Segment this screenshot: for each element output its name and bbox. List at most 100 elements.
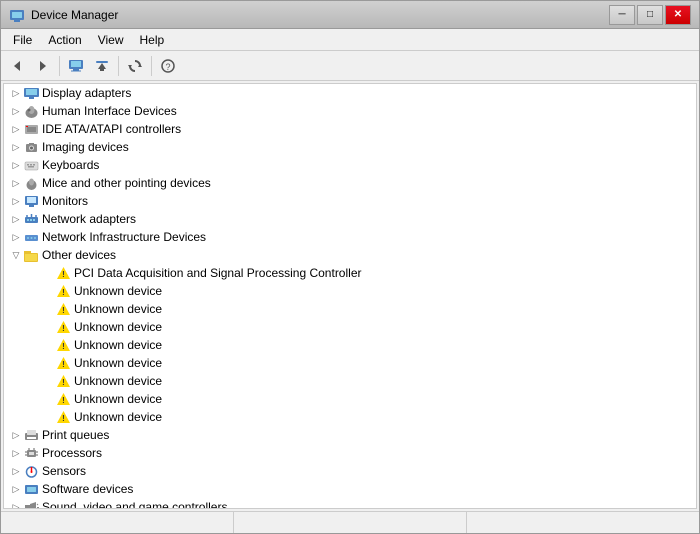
tree-item-unknown4[interactable]: ▷ ! Unknown device [4,336,696,354]
tree-item-keyboards[interactable]: ▷ Keyboards [4,156,696,174]
expander-print-queues[interactable]: ▷ [8,427,24,443]
label-imaging: Imaging devices [42,140,129,154]
label-print-queues: Print queues [42,428,109,442]
expander-sound[interactable]: ▷ [8,499,24,509]
tree-item-unknown8[interactable]: ▷ ! Unknown device [4,408,696,426]
menu-help[interactable]: Help [132,31,173,49]
status-section-2 [234,512,467,533]
icon-unknown6: ! [56,374,71,389]
label-unknown1: Unknown device [74,284,162,298]
label-network-infra: Network Infrastructure Devices [42,230,206,244]
icon-imaging [24,140,39,155]
label-keyboards: Keyboards [42,158,99,172]
tree-item-monitors[interactable]: ▷ Monitors [4,192,696,210]
expander-sensors[interactable]: ▷ [8,463,24,479]
label-other-devices: Other devices [42,248,116,262]
label-unknown5: Unknown device [74,356,162,370]
label-network-adapters: Network adapters [42,212,136,226]
tree-item-display-adapters[interactable]: ▷ Display adapters [4,84,696,102]
separator-1 [59,56,60,76]
expander-hid[interactable]: ▷ [8,103,24,119]
tree-item-hid[interactable]: ▷ Human Interface Devices [4,102,696,120]
device-manager-window: Device Manager ─ □ ✕ File Action View He… [0,0,700,534]
help-button[interactable]: ? [156,54,180,78]
svg-text:!: ! [62,288,65,297]
status-bar [1,511,699,533]
expander-software-devices[interactable]: ▷ [8,481,24,497]
svg-text:!: ! [62,306,65,315]
expander-monitors[interactable]: ▷ [8,193,24,209]
tree-item-ide[interactable]: ▷ IDE ATA/ATAPI controllers [4,120,696,138]
icon-sensors [24,464,39,479]
label-processors: Processors [42,446,102,460]
icon-network-adapters [24,212,39,227]
back-button[interactable] [5,54,29,78]
tree-item-unknown1[interactable]: ▷ ! Unknown device [4,282,696,300]
label-ide: IDE ATA/ATAPI controllers [42,122,181,136]
refresh-button[interactable] [123,54,147,78]
up-button[interactable] [90,54,114,78]
tree-item-software-devices[interactable]: ▷ Software devices [4,480,696,498]
tree-item-unknown6[interactable]: ▷ ! Unknown device [4,372,696,390]
separator-3 [151,56,152,76]
tree-item-network-infra[interactable]: ▷ Network Infrastructure Devices [4,228,696,246]
icon-network-infra [24,230,39,245]
tree-item-unknown3[interactable]: ▷ ! Unknown device [4,318,696,336]
tree-item-pci[interactable]: ▷ ! PCI Data Acquisition and Signal Proc… [4,264,696,282]
menu-action[interactable]: Action [40,31,89,49]
computer-button[interactable] [64,54,88,78]
icon-mice [24,176,39,191]
icon-unknown2: ! [56,302,71,317]
icon-display-adapters [24,86,39,101]
forward-button[interactable] [31,54,55,78]
expander-other-devices[interactable]: ▽ [8,247,24,263]
expander-processors[interactable]: ▷ [8,445,24,461]
icon-keyboards [24,158,39,173]
label-software-devices: Software devices [42,482,133,496]
tree-item-mice[interactable]: ▷ Mice and other pointing devices [4,174,696,192]
icon-monitors [24,194,39,209]
expander-network-infra[interactable]: ▷ [8,229,24,245]
tree-item-unknown7[interactable]: ▷ ! Unknown device [4,390,696,408]
expander-display-adapters[interactable]: ▷ [8,85,24,101]
label-display-adapters: Display adapters [42,86,131,100]
close-button[interactable]: ✕ [665,5,691,25]
expander-ide[interactable]: ▷ [8,121,24,137]
tree-item-print-queues[interactable]: ▷ Print queues [4,426,696,444]
device-tree[interactable]: ▷ Display adapters ▷ Human Interface Dev… [3,83,697,509]
label-unknown2: Unknown device [74,302,162,316]
toolbar: ? [1,51,699,81]
status-section-3 [467,512,699,533]
window-icon [9,7,25,23]
svg-text:!: ! [62,342,65,351]
separator-2 [118,56,119,76]
tree-item-processors[interactable]: ▷ Processors [4,444,696,462]
tree-item-unknown2[interactable]: ▷ ! Unknown device [4,300,696,318]
tree-item-unknown5[interactable]: ▷ ! Unknown device [4,354,696,372]
title-bar: Device Manager ─ □ ✕ [1,1,699,29]
svg-text:!: ! [62,270,65,279]
icon-unknown8: ! [56,410,71,425]
label-unknown6: Unknown device [74,374,162,388]
icon-software-devices [24,482,39,497]
label-unknown7: Unknown device [74,392,162,406]
tree-item-other-devices[interactable]: ▽ Other devices [4,246,696,264]
label-unknown4: Unknown device [74,338,162,352]
tree-item-sound[interactable]: ▷ Sound, video and game controllers [4,498,696,509]
window-controls: ─ □ ✕ [609,5,691,25]
icon-unknown4: ! [56,338,71,353]
expander-imaging[interactable]: ▷ [8,139,24,155]
svg-text:!: ! [62,324,65,333]
tree-item-network-adapters[interactable]: ▷ Network adapters [4,210,696,228]
tree-item-imaging[interactable]: ▷ Imaging devices [4,138,696,156]
expander-network-adapters[interactable]: ▷ [8,211,24,227]
tree-item-sensors[interactable]: ▷ Sensors [4,462,696,480]
minimize-button[interactable]: ─ [609,5,635,25]
content-area: ▷ Display adapters ▷ Human Interface Dev… [1,81,699,511]
icon-unknown5: ! [56,356,71,371]
menu-file[interactable]: File [5,31,40,49]
maximize-button[interactable]: □ [637,5,663,25]
expander-mice[interactable]: ▷ [8,175,24,191]
expander-keyboards[interactable]: ▷ [8,157,24,173]
menu-view[interactable]: View [90,31,132,49]
